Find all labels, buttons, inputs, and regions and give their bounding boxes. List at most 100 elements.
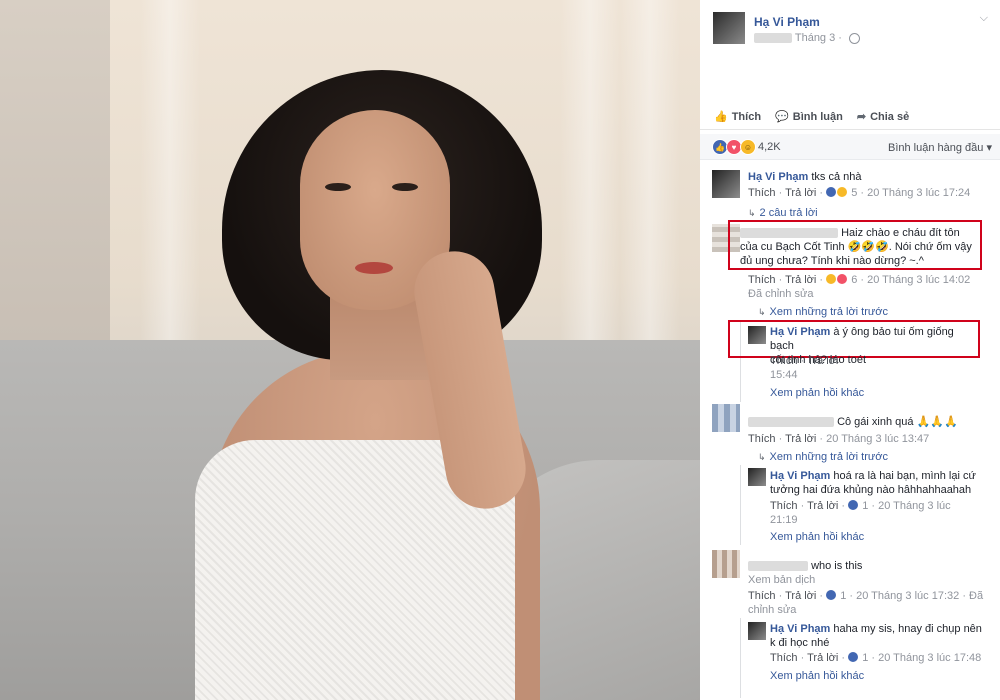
translate-link[interactable]: Xem bản dịch (748, 573, 815, 587)
comment-text: who is this (748, 559, 862, 573)
haha-reaction-icon (837, 187, 848, 197)
comment-like-link[interactable]: Thích (748, 187, 776, 199)
previous-replies-link[interactable]: ↳ Xem những trả lời trước (758, 451, 888, 463)
comment-meta: Thích · Trả lời · 20 Tháng 3 lúc 13:47 (748, 433, 930, 445)
share-icon: ➦ (856, 111, 867, 123)
curtain-fold (620, 0, 680, 360)
comment-body: who is this (811, 560, 863, 572)
commenter-name[interactable]: Hạ Vi Phạm (770, 470, 830, 482)
person-eye (325, 183, 351, 191)
previous-replies-link[interactable]: ↳ Xem những trả lời trước (758, 306, 888, 318)
comment-body-line: k đi học nhé (770, 637, 830, 649)
previous-replies-label: Xem những trả lời trước (769, 306, 888, 318)
haha-reaction-icon: ☺ (740, 139, 756, 155)
comment-time[interactable]: 20 Tháng 3 lúc 14:02 (867, 274, 970, 286)
comment-reply-link[interactable]: Trả lời (807, 500, 838, 512)
comment-reply-link[interactable]: Trả lời (785, 590, 816, 602)
comment-time-cont[interactable]: 21:19 (770, 513, 798, 527)
more-replies-link[interactable]: Xem phản hồi khác (770, 531, 864, 543)
comment-like-link[interactable]: Thích (770, 652, 798, 664)
post-actions: 👍 Thích 💬 Bình luận ➦ Chia sẻ (700, 104, 1000, 130)
chevron-down-icon: ▾ (986, 142, 992, 154)
post-date: Tháng 3 · (754, 32, 861, 44)
comment-body-line: hoá ra là hai bạn, mình lại cứ (833, 470, 976, 482)
comment-time[interactable]: 20 Tháng 3 lúc 17:24 (867, 187, 970, 199)
blurred-name (740, 228, 838, 239)
more-replies-link[interactable]: Xem phản hồi khác (770, 670, 864, 682)
comment-like-link[interactable]: Thích (748, 433, 776, 445)
globe-icon (849, 32, 861, 44)
love-reaction-icon (837, 274, 848, 284)
reply-arrow-icon: ↳ (758, 307, 766, 317)
comment-like-link[interactable]: Thích (770, 355, 798, 367)
comment-time[interactable]: 15:44 (770, 368, 798, 382)
more-replies-link[interactable]: Xem phản hồi khác (770, 387, 864, 399)
curtain-fold (140, 0, 200, 360)
reaction-count[interactable]: 4,2K (758, 141, 781, 153)
like-reaction-icon (848, 652, 859, 662)
comment-time[interactable]: 20 Tháng 3 lúc (878, 500, 951, 512)
haha-reaction-icon (826, 274, 837, 284)
like-label: Thích (731, 110, 762, 123)
comment-like-link[interactable]: Thích (748, 274, 776, 286)
reaction-count: 1 (840, 590, 847, 602)
avatar[interactable] (712, 404, 740, 432)
post-photo[interactable] (0, 0, 700, 700)
chevron-down-icon[interactable]: ⌵ (980, 12, 988, 25)
commenter-name[interactable]: Hạ Vi Phạm (748, 171, 808, 183)
comment-sort-dropdown[interactable]: Bình luận hàng đầu ▾ (888, 141, 992, 154)
blurred-name (748, 561, 808, 572)
comment-body-line: Haiz chào e cháu đít tôn (841, 227, 960, 239)
comment-time[interactable]: 20 Tháng 3 lúc 17:32 (856, 590, 959, 602)
like-button[interactable]: 👍 Thích (714, 110, 762, 124)
comment-time[interactable]: 20 Tháng 3 lúc 17:48 (878, 652, 981, 664)
avatar[interactable] (748, 622, 766, 640)
reply-arrow-icon: ↳ (748, 208, 756, 218)
avatar[interactable] (712, 550, 740, 578)
edited-label-cont[interactable]: chỉnh sửa (748, 603, 796, 617)
blurred-date (754, 33, 792, 44)
reaction-icons[interactable]: 👍 ♥ ☺ (712, 139, 756, 155)
commenter-name[interactable]: Hạ Vi Phạm (770, 623, 830, 635)
avatar[interactable] (712, 170, 740, 198)
comment-meta: Thích · Trả lời · 1 · 20 Tháng 3 lúc 17:… (748, 590, 984, 602)
comment-reply-link[interactable]: Trả lời (785, 187, 816, 199)
comment-like-link[interactable]: Thích (770, 500, 798, 512)
comment-label: Bình luận (792, 110, 843, 123)
comment-body: Cô gái xinh quá 🙏🙏🙏 (837, 416, 958, 428)
comment-icon: 💬 (775, 111, 789, 123)
comment-reply-link[interactable]: Trả lời (785, 433, 816, 445)
author-avatar[interactable] (713, 12, 745, 44)
reply-arrow-icon: ↳ (758, 452, 766, 462)
avatar[interactable] (748, 468, 766, 486)
comment-time[interactable]: 20 Tháng 3 lúc 13:47 (826, 433, 929, 445)
edited-label[interactable]: Đã (969, 590, 983, 602)
edited-label[interactable]: Đã chỉnh sửa (748, 287, 813, 301)
comment-body: tks cả nhà (811, 171, 862, 183)
avatar[interactable] (748, 326, 766, 344)
background-wall (0, 0, 110, 340)
author-name[interactable]: Hạ Vi Phạm (754, 15, 820, 29)
comment-reply-link[interactable]: Trả lời (785, 274, 816, 286)
comment-button[interactable]: 💬 Bình luận (775, 110, 843, 124)
comment-text: Hạ Vi Phạm haha my sis, hnay đi chụp nên … (770, 622, 985, 650)
commenter-name[interactable]: Hạ Vi Phạm (770, 326, 830, 338)
comment-reply-link[interactable]: Trả lời (807, 355, 838, 367)
share-button[interactable]: ➦ Chia sẻ (856, 110, 910, 124)
comment-body-line: tưởng hai đứa khủng nào hâhhahhaahah (770, 484, 972, 496)
reaction-count: 1 (862, 652, 869, 664)
like-reaction-icon (826, 590, 837, 600)
like-reaction-icon (826, 187, 837, 197)
view-replies-link[interactable]: ↳ 2 câu trả lời (748, 207, 818, 219)
person-lips (355, 262, 393, 274)
comment-reply-link[interactable]: Trả lời (807, 652, 838, 664)
comment-text: Hạ Vi Phạm hoá ra là hai bạn, mình lại cứ… (770, 469, 985, 497)
thread-line (740, 465, 741, 545)
blurred-name (748, 417, 834, 428)
share-label: Chia sẻ (870, 110, 910, 123)
comment-like-link[interactable]: Thích (748, 590, 776, 602)
comment-meta: Thích · Trả lời · 1 · 20 Tháng 3 lúc (770, 500, 951, 512)
replies-count-label: 2 câu trả lời (759, 207, 818, 219)
reaction-count: 6 (851, 274, 858, 286)
comments-sidebar: Hạ Vi Phạm Tháng 3 · ⌵ 👍 Thích 💬 Bình luận… (700, 0, 1000, 700)
